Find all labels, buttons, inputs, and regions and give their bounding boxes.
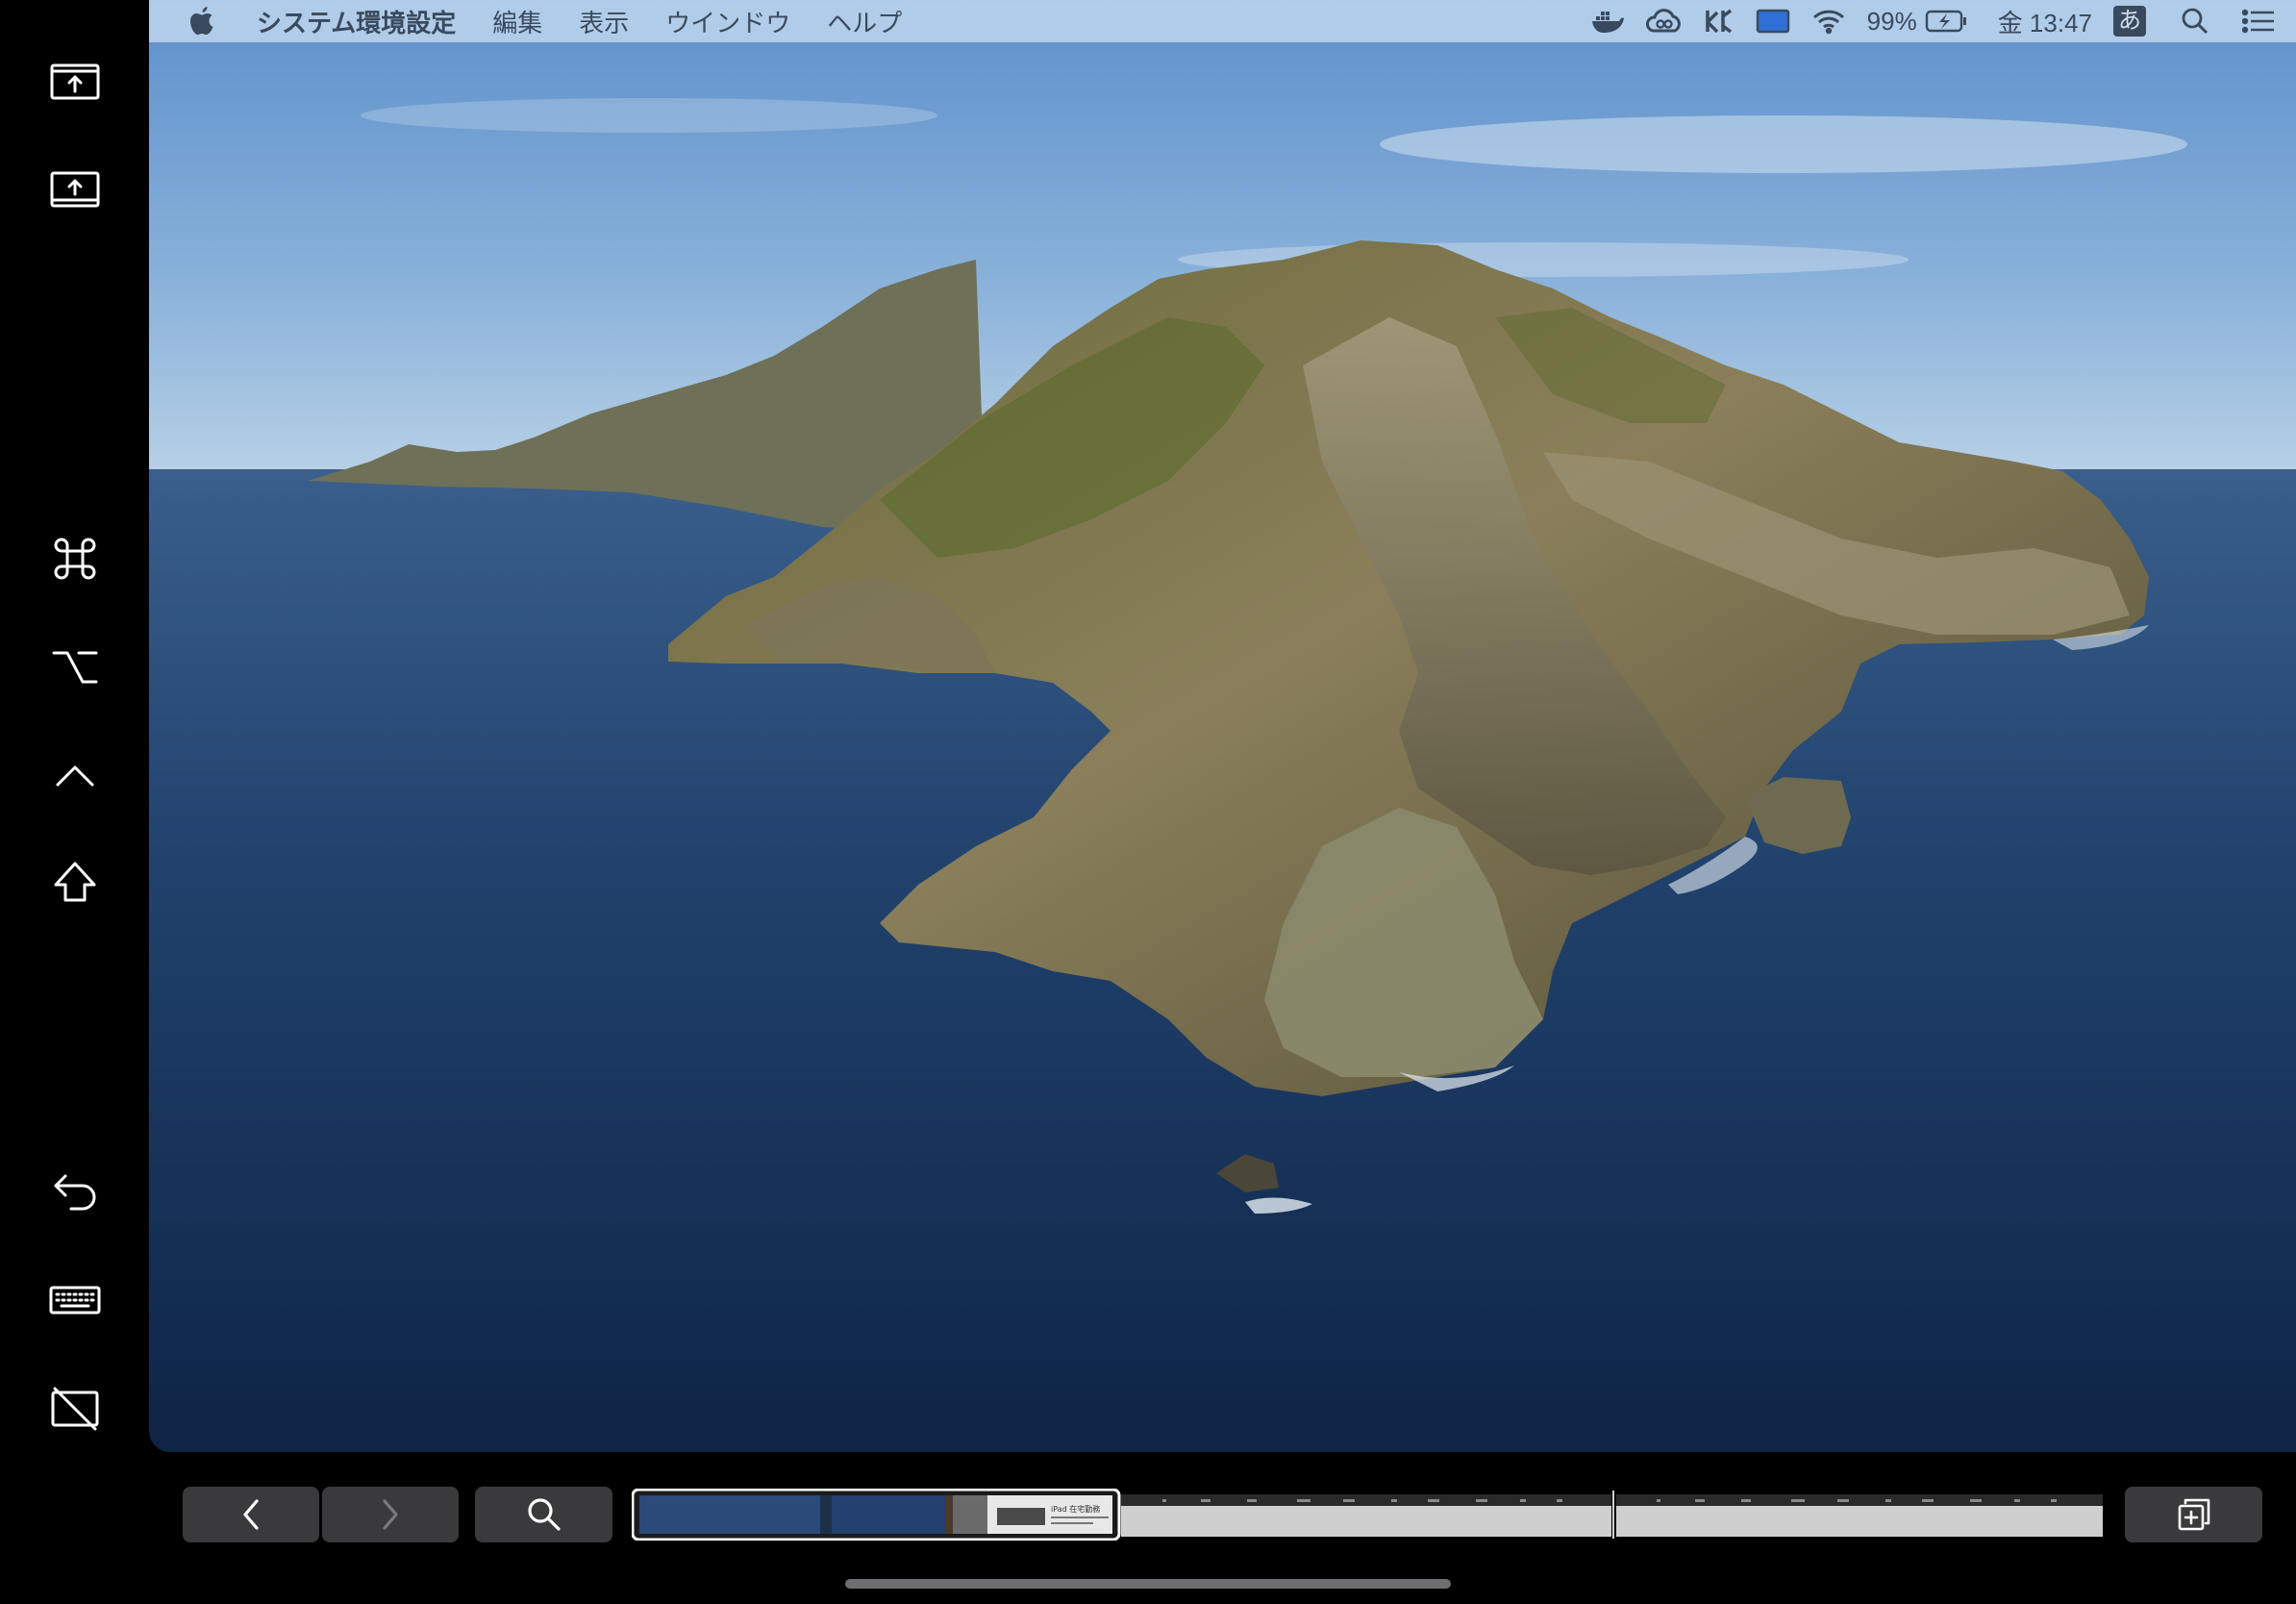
undo-icon: [54, 1174, 96, 1211]
show-dock-icon: [50, 171, 100, 208]
command-key-icon: [54, 538, 96, 580]
wifi-icon[interactable]: [1811, 8, 1846, 35]
desktop-wallpaper: [149, 0, 2296, 1452]
disconnect-display-icon: [51, 1387, 99, 1431]
keyboard-button[interactable]: [40, 1266, 110, 1335]
apple-logo-icon[interactable]: [187, 5, 216, 38]
active-tab-thumbnail[interactable]: iPad 在宅勤務: [632, 1489, 1121, 1541]
tab-preview-text: iPad 在宅勤務: [1051, 1504, 1100, 1514]
home-indicator[interactable]: [845, 1579, 1451, 1589]
forward-button[interactable]: [322, 1487, 459, 1542]
status-area: 99% 金 13:47 あ: [1569, 0, 2296, 42]
forward-chevron-icon: [383, 1499, 398, 1530]
shift-key-button[interactable]: [40, 848, 110, 917]
tab-thumbnail[interactable]: [1121, 1494, 1611, 1537]
menu-edit[interactable]: 編集: [492, 4, 542, 39]
option-key-icon: [52, 651, 98, 684]
shift-key-icon: [54, 862, 96, 902]
sidecar-sidebar: [0, 0, 149, 1604]
menu-bar: システム環境設定 編集 表示 ウインドウ ヘルプ 99% 金 13:47 あ: [149, 0, 2296, 42]
show-menu-bar-icon: [50, 63, 100, 100]
menu-clock[interactable]: 金 13:47: [1998, 4, 2092, 39]
docker-icon[interactable]: [1590, 8, 1625, 35]
input-method-icon[interactable]: あ: [2113, 6, 2146, 37]
spotlight-search-icon[interactable]: [2181, 7, 2209, 36]
disconnect-display-button[interactable]: [40, 1373, 110, 1442]
menu-view[interactable]: 表示: [579, 4, 629, 39]
back-chevron-icon: [243, 1499, 259, 1530]
network-monitor-icon[interactable]: [1704, 7, 1734, 36]
tab-strip[interactable]: iPad 在宅勤務: [632, 1489, 2106, 1541]
app-name-menu[interactable]: システム環境設定: [257, 4, 456, 39]
control-key-icon: [56, 765, 94, 787]
keyboard-icon: [49, 1286, 101, 1315]
back-button[interactable]: [183, 1487, 319, 1542]
menu-window[interactable]: ウインドウ: [665, 4, 790, 39]
notification-center-icon[interactable]: [2242, 9, 2275, 34]
menu-help[interactable]: ヘルプ: [827, 4, 902, 39]
search-button[interactable]: [475, 1487, 612, 1542]
show-dock-button[interactable]: [40, 156, 110, 225]
creative-cloud-icon[interactable]: [1645, 8, 1683, 35]
battery-percent[interactable]: 99%: [1867, 7, 1917, 37]
option-key-button[interactable]: [40, 632, 110, 701]
tab-thumbnail[interactable]: [1616, 1494, 2103, 1537]
sidecar-display-icon[interactable]: [1756, 8, 1790, 35]
command-key-button[interactable]: [40, 524, 110, 593]
mac-desktop: システム環境設定 編集 表示 ウインドウ ヘルプ 99% 金 13:47 あ: [149, 0, 2296, 1452]
input-method-label: あ: [2118, 8, 2141, 34]
search-icon: [527, 1498, 561, 1531]
show-menu-bar-button[interactable]: [40, 48, 110, 117]
new-tab-button[interactable]: [2125, 1487, 2262, 1542]
control-key-button[interactable]: [40, 740, 110, 810]
undo-button[interactable]: [40, 1159, 110, 1228]
new-tab-icon: [2178, 1498, 2209, 1531]
battery-charging-icon[interactable]: [1925, 9, 1969, 34]
